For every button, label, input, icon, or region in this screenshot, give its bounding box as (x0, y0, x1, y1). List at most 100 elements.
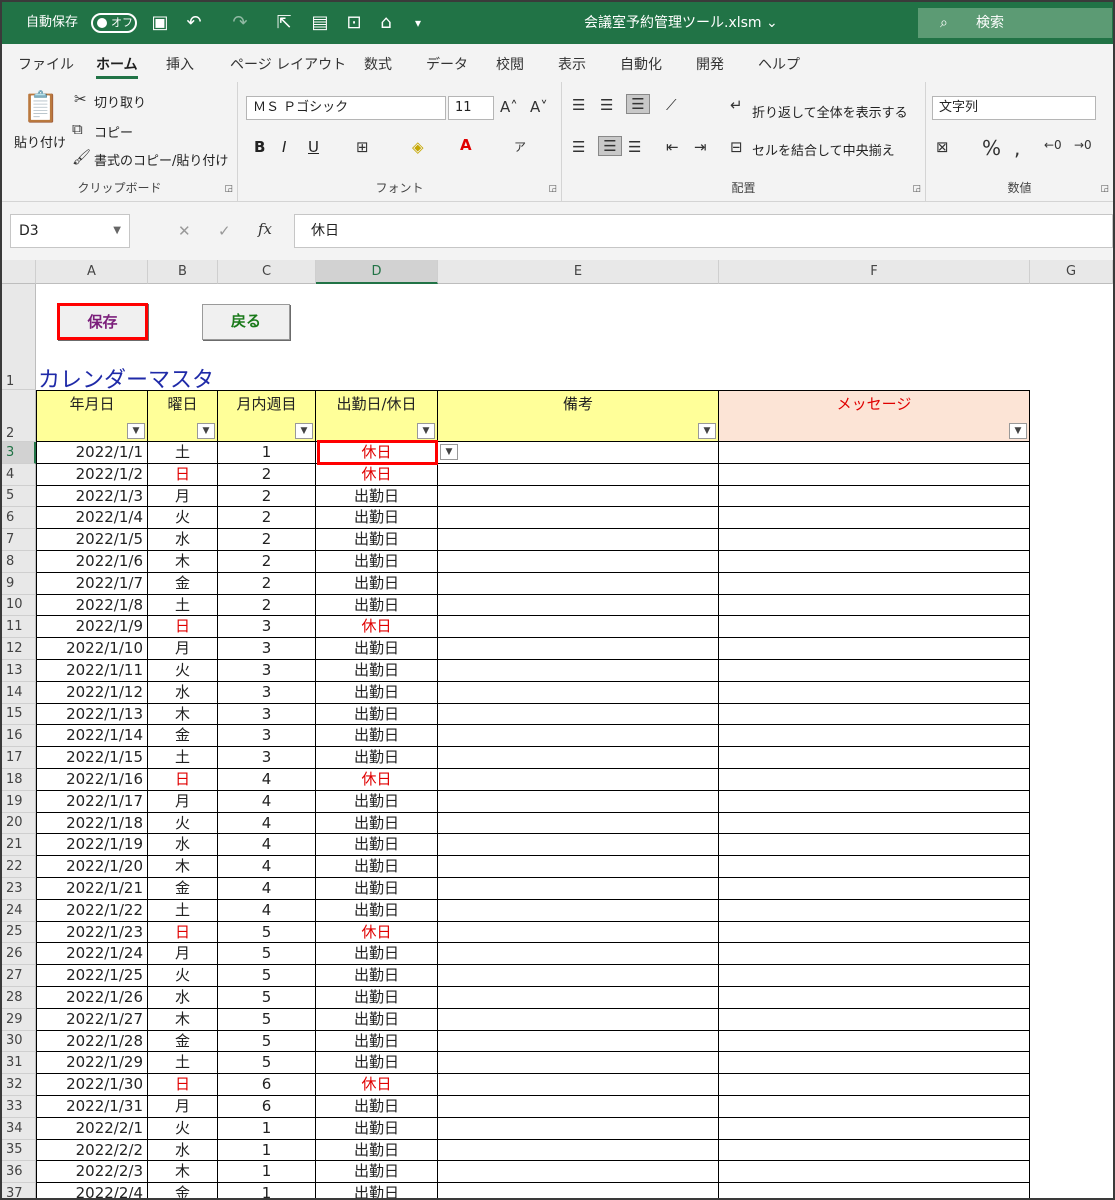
paste-icon[interactable]: 📋 (22, 90, 59, 125)
date-cell[interactable]: 2022/1/24 (36, 943, 148, 966)
workday-cell[interactable]: 出勤日 (316, 1008, 438, 1031)
date-cell[interactable]: 2022/1/15 (36, 747, 148, 769)
remarks-cell[interactable] (438, 1052, 719, 1075)
fill-color-icon[interactable]: ◈ (412, 138, 424, 156)
week-cell[interactable]: 3 (218, 616, 316, 639)
filter-dropdown-icon[interactable]: ▼ (295, 423, 313, 439)
date-cell[interactable]: 2022/2/2 (36, 1139, 148, 1162)
date-cell[interactable]: 2022/1/16 (36, 769, 148, 791)
grow-font-icon[interactable]: A˄ (500, 98, 518, 116)
row-header[interactable]: 6 (2, 507, 36, 530)
weekday-cell[interactable]: 月 (148, 485, 218, 508)
week-cell[interactable]: 4 (218, 769, 316, 791)
remarks-cell[interactable] (438, 1117, 719, 1140)
workday-cell[interactable]: 出勤日 (316, 1183, 438, 1198)
weekday-cell[interactable]: 金 (148, 725, 218, 748)
date-cell[interactable]: 2022/1/8 (36, 594, 148, 617)
week-cell[interactable]: 4 (218, 812, 316, 835)
formula-input[interactable]: 休日 (294, 214, 1113, 248)
workday-cell[interactable]: 出勤日 (316, 725, 438, 748)
remarks-cell[interactable] (438, 1139, 719, 1162)
row-header[interactable]: 30 (2, 1030, 36, 1053)
date-cell[interactable]: 2022/1/23 (36, 921, 148, 944)
week-cell[interactable]: 4 (218, 878, 316, 900)
date-cell[interactable]: 2022/1/1 (36, 442, 148, 464)
redo-icon[interactable]: ↷ (228, 11, 252, 35)
week-cell[interactable]: 1 (218, 1139, 316, 1162)
name-box[interactable]: D3 ▼ (10, 214, 130, 248)
select-all-corner[interactable] (2, 260, 36, 284)
validation-dropdown-icon[interactable]: ▼ (440, 444, 458, 460)
date-cell[interactable]: 2022/1/22 (36, 899, 148, 922)
increase-indent-icon[interactable]: ⇥ (694, 138, 707, 156)
message-cell[interactable] (719, 856, 1030, 878)
row-header[interactable]: 27 (2, 965, 36, 987)
row-header[interactable]: 7 (2, 529, 36, 551)
row-header[interactable]: 28 (2, 987, 36, 1009)
align-top-icon[interactable]: ☰ (572, 96, 585, 114)
date-cell[interactable]: 2022/1/13 (36, 703, 148, 726)
lock-icon[interactable]: ⌂ (374, 11, 398, 35)
weekday-cell[interactable]: 土 (148, 442, 218, 464)
row-header[interactable]: 15 (2, 703, 36, 726)
paste-label[interactable]: 貼り付け (14, 132, 66, 151)
workday-cell[interactable]: 休日 (316, 769, 438, 791)
insert-function-icon[interactable]: fx (258, 220, 272, 238)
row-header[interactable]: 3 (2, 442, 36, 464)
message-cell[interactable] (719, 703, 1030, 726)
weekday-cell[interactable]: 水 (148, 681, 218, 704)
remarks-cell[interactable] (438, 529, 719, 551)
row-header[interactable]: 21 (2, 834, 36, 857)
weekday-cell[interactable]: 火 (148, 812, 218, 835)
message-cell[interactable] (719, 551, 1030, 573)
week-cell[interactable]: 3 (218, 725, 316, 748)
workday-cell[interactable]: 出勤日 (316, 965, 438, 987)
remarks-cell[interactable] (438, 507, 719, 530)
underline-button[interactable]: U (308, 138, 319, 156)
filter-dropdown-icon[interactable]: ▼ (417, 423, 435, 439)
remarks-cell[interactable] (438, 463, 719, 486)
remarks-cell[interactable] (438, 442, 719, 464)
weekday-cell[interactable]: 水 (148, 987, 218, 1009)
workday-cell[interactable]: 出勤日 (316, 834, 438, 857)
remarks-cell[interactable] (438, 1183, 719, 1198)
remarks-cell[interactable] (438, 572, 719, 595)
workday-cell[interactable]: 出勤日 (316, 899, 438, 922)
weekday-cell[interactable]: 土 (148, 594, 218, 617)
column-header-col-d[interactable]: D (316, 260, 438, 284)
pointer-icon[interactable]: ⇱ (272, 11, 296, 35)
date-cell[interactable]: 2022/1/7 (36, 572, 148, 595)
date-cell[interactable]: 2022/1/31 (36, 1096, 148, 1118)
italic-button[interactable]: I (282, 138, 286, 156)
date-cell[interactable]: 2022/1/10 (36, 638, 148, 660)
workday-cell[interactable]: 出勤日 (316, 987, 438, 1009)
date-cell[interactable]: 2022/1/28 (36, 1030, 148, 1053)
row-header[interactable]: 13 (2, 660, 36, 682)
message-cell[interactable] (719, 660, 1030, 682)
filter-dropdown-icon[interactable]: ▼ (698, 423, 716, 439)
workday-cell[interactable]: 出勤日 (316, 1096, 438, 1118)
date-cell[interactable]: 2022/1/26 (36, 987, 148, 1009)
weekday-cell[interactable]: 木 (148, 1008, 218, 1031)
week-cell[interactable]: 2 (218, 507, 316, 530)
workday-cell[interactable]: 出勤日 (316, 638, 438, 660)
textbox-icon[interactable]: ⊡ (342, 11, 366, 35)
cut-label[interactable]: 切り取り (94, 92, 146, 111)
message-cell[interactable] (719, 1139, 1030, 1162)
workday-cell[interactable]: 休日 (316, 921, 438, 944)
workday-cell[interactable]: 出勤日 (316, 507, 438, 530)
row-header[interactable]: 29 (2, 1008, 36, 1031)
week-cell[interactable]: 3 (218, 638, 316, 660)
message-cell[interactable] (719, 1117, 1030, 1140)
orientation-icon[interactable]: ⟋ (666, 96, 677, 114)
remarks-cell[interactable] (438, 987, 719, 1009)
date-cell[interactable]: 2022/1/19 (36, 834, 148, 857)
workday-cell[interactable]: 出勤日 (316, 485, 438, 508)
number-launcher-icon[interactable]: ◲ (1100, 184, 1109, 194)
weekday-cell[interactable]: 日 (148, 463, 218, 486)
workday-cell[interactable]: 出勤日 (316, 1161, 438, 1184)
remarks-cell[interactable] (438, 769, 719, 791)
wrap-text-label[interactable]: 折り返して全体を表示する (752, 102, 908, 121)
weekday-cell[interactable]: 水 (148, 1139, 218, 1162)
weekday-cell[interactable]: 木 (148, 551, 218, 573)
